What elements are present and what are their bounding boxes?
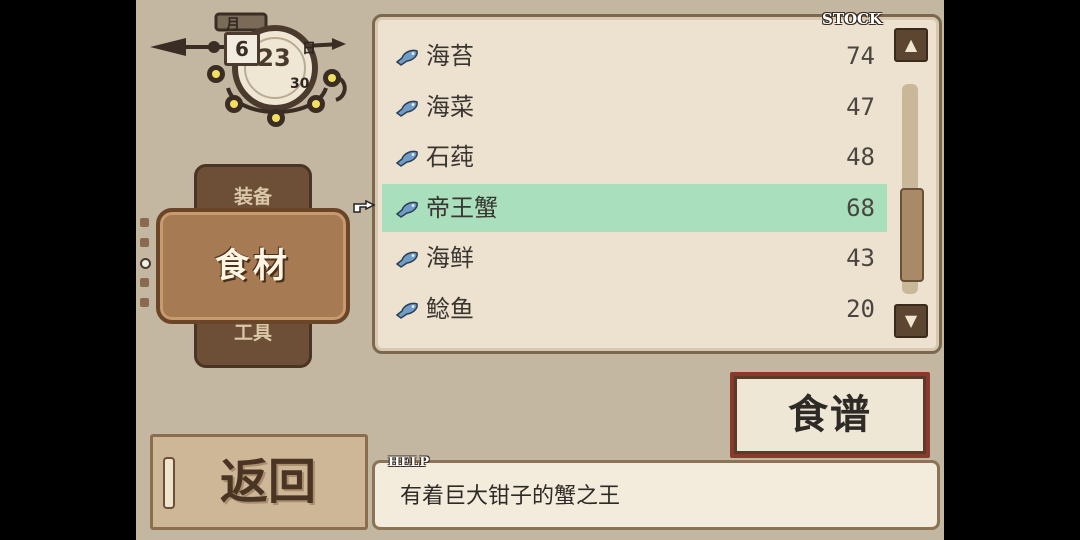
list-item[interactable]: 海菜 47 (382, 83, 887, 131)
clock-ornament-icon (150, 12, 347, 127)
month-label: 月 (226, 17, 240, 33)
fish-icon (395, 302, 418, 319)
scroll-down-button[interactable]: ▼ (894, 304, 928, 338)
fish-icon (395, 251, 418, 268)
item-name: 鲶鱼 (426, 294, 474, 323)
back-button[interactable]: 返回 (150, 434, 368, 530)
list-item[interactable]: 海苔 74 (382, 32, 887, 80)
category-page-dot (140, 238, 149, 247)
calendar-clock: 6 月 23 日 30 (136, 0, 366, 150)
back-button-label: 返回 (219, 454, 316, 510)
category-prev[interactable]: 装备 (194, 182, 312, 209)
item-stock-count: 48 (846, 143, 875, 171)
item-name: 石莼 (426, 143, 474, 171)
day-value: 23 (257, 44, 291, 72)
item-stock-count: 43 (846, 244, 875, 272)
recipe-button-label: 食谱 (788, 392, 872, 438)
back-bar-decoration (163, 457, 175, 509)
category-page-dot (140, 218, 149, 227)
item-name: 海苔 (426, 42, 474, 70)
category-page-dot (140, 278, 149, 287)
fish-icon (395, 150, 418, 167)
fish-icon (395, 201, 418, 218)
list-item[interactable]: 海鲜 43 (382, 234, 887, 282)
help-tag: HELP (388, 455, 430, 470)
category-current-label: 食材 (215, 246, 291, 286)
list-item[interactable]: 鲶鱼 20 (382, 285, 887, 333)
days-in-month: 30 (290, 76, 310, 92)
category-page-dot-active (140, 258, 151, 269)
item-name: 海鲜 (426, 244, 474, 272)
hand-pointer-icon (353, 199, 376, 213)
scrollbar-thumb[interactable] (900, 188, 924, 282)
list-item[interactable]: 石莼 48 (382, 133, 887, 181)
list-item-selected[interactable]: 帝王蟹 68 (382, 183, 887, 232)
category-current[interactable]: 食材 (156, 208, 350, 324)
stock-label: STOCK (822, 10, 883, 28)
item-name: 帝王蟹 (426, 193, 498, 222)
day-label: 日 (302, 41, 316, 57)
item-stock-count: 47 (846, 92, 875, 121)
game-screen: 6 月 23 日 30 装备 工具 食材 STOCK 海苔 74 海菜 47 石莼 48 帝… (136, 0, 944, 540)
fish-icon (395, 100, 418, 117)
item-stock-count: 74 (846, 42, 875, 70)
scroll-up-button[interactable]: ▲ (894, 28, 928, 62)
help-text: 有着巨大钳子的蟹之王 (400, 484, 621, 509)
item-stock-count: 20 (846, 294, 875, 323)
fish-icon (395, 49, 418, 66)
recipe-button[interactable]: 食谱 (730, 372, 930, 458)
item-stock-count: 68 (846, 193, 875, 222)
category-page-dot (140, 298, 149, 307)
item-name: 海菜 (426, 92, 474, 121)
